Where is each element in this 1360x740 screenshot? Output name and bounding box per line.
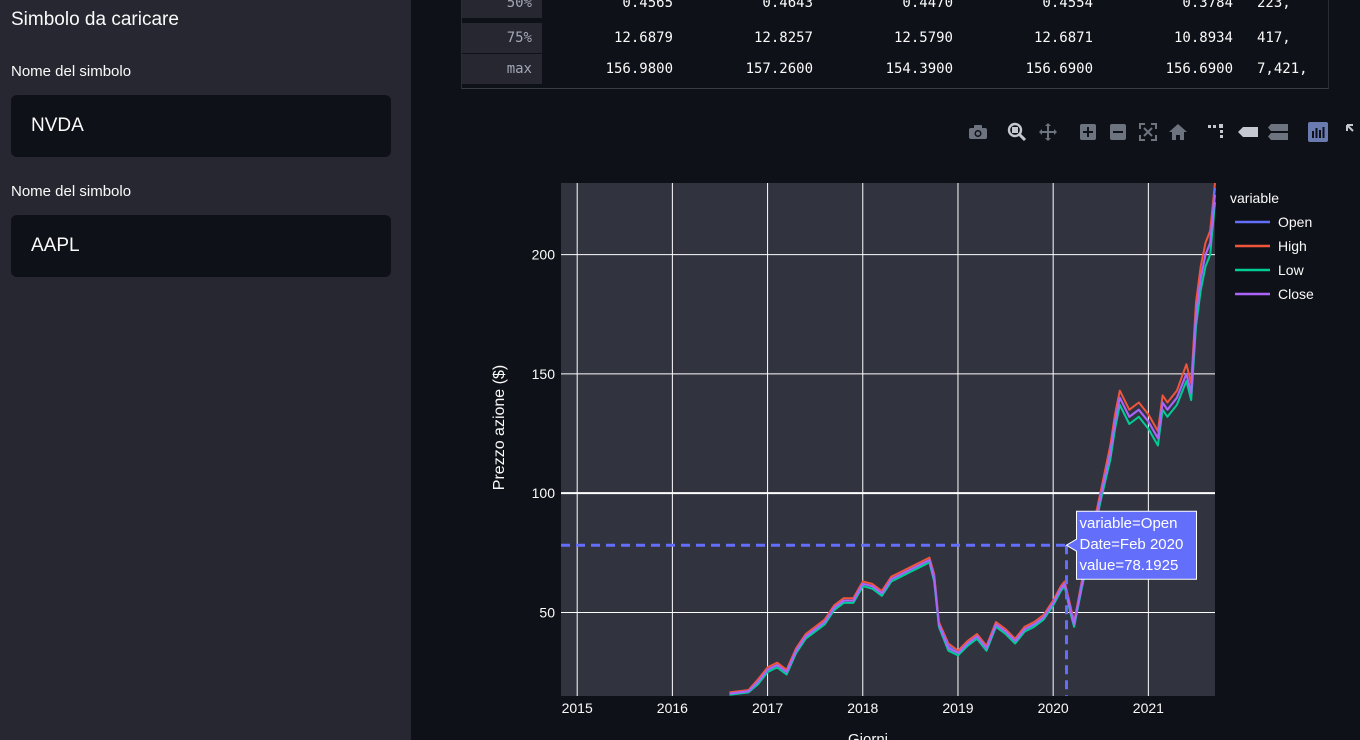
price-chart[interactable]: 2015 2016 2017 2018 2019 2020 2021 50 100 150 200 G…: [411, 150, 1360, 740]
x-axis-title: Giorni: [848, 731, 888, 740]
x-tick-label: 2020: [1038, 700, 1069, 716]
plotly-logo-icon[interactable]: [1306, 118, 1330, 146]
table-cell: 154.3900: [885, 61, 953, 77]
zoom-out-icon[interactable]: [1106, 118, 1130, 146]
x-tick-label: 2018: [847, 700, 878, 716]
table-cell: 223,: [1257, 0, 1291, 11]
symbol-input-2[interactable]: AAPL: [11, 215, 391, 277]
x-tick-label: 2019: [942, 700, 973, 716]
row-index: max: [462, 54, 542, 84]
legend-item: Open: [1278, 214, 1312, 230]
table-cell: 0.4470: [902, 0, 953, 11]
y-axis-title: Prezzo azione ($): [491, 365, 508, 490]
hover-label-text: Date=Feb 2020: [1079, 536, 1183, 553]
legend-item: High: [1278, 238, 1307, 254]
plot-modebar: [964, 118, 1360, 146]
table-cell: 156.9800: [605, 61, 673, 77]
table-cell: 7,421,: [1257, 61, 1308, 77]
y-tick-label: 200: [532, 247, 556, 263]
table-row: max 156.9800 157.2600 154.3900 156.6900 …: [462, 54, 1328, 84]
table-cell: 0.4554: [1042, 0, 1093, 11]
table-cell: 157.2600: [745, 61, 813, 77]
camera-icon[interactable]: [966, 118, 990, 146]
symbol-input-1[interactable]: NVDA: [11, 95, 391, 157]
hover-closest-icon[interactable]: [1236, 118, 1260, 146]
table-cell: 0.3784: [1182, 0, 1233, 11]
autoscale-icon[interactable]: [1136, 118, 1160, 146]
legend-item: Close: [1278, 286, 1314, 302]
plot-area: [561, 183, 1215, 696]
symbol-label-1: Nome del simbolo: [11, 63, 132, 80]
table-cell: 12.5790: [893, 30, 953, 46]
table-cell: 0.4565: [622, 0, 673, 11]
table-cell: 12.6879: [613, 30, 673, 46]
zoom-icon[interactable]: [1005, 118, 1029, 146]
table-cell: 12.8257: [753, 30, 813, 46]
table-row: 75% 12.6879 12.8257 12.5790 12.6871 10.8…: [462, 23, 1328, 53]
zoom-in-icon[interactable]: [1076, 118, 1100, 146]
sidebar-header: Simbolo da caricare: [11, 9, 179, 30]
y-tick-label: 100: [532, 485, 556, 501]
pan-icon[interactable]: [1036, 118, 1060, 146]
hover-label-text: variable=Open: [1079, 515, 1177, 532]
sidebar: Simbolo da caricare Nome del simbolo NVD…: [0, 0, 411, 740]
table-cell: 156.6900: [1025, 61, 1093, 77]
home-icon[interactable]: [1166, 118, 1190, 146]
table-cell: 417,: [1257, 30, 1291, 46]
stats-table: 50% 0.4565 0.4643 0.4470 0.4554 0.3784 2…: [461, 0, 1329, 89]
x-tick-label: 2015: [562, 700, 593, 716]
x-tick-label: 2016: [657, 700, 688, 716]
legend-title: variable: [1230, 190, 1279, 206]
table-cell: 156.6900: [1165, 61, 1233, 77]
row-index: 75%: [462, 23, 542, 53]
hover-label-text: value=78.1925: [1079, 557, 1178, 574]
table-cell: 12.6871: [1033, 30, 1093, 46]
hover-compare-icon[interactable]: [1266, 118, 1290, 146]
spike-lines-icon[interactable]: [1204, 118, 1228, 146]
x-tick-label: 2021: [1133, 700, 1164, 716]
table-row: 50% 0.4565 0.4643 0.4470 0.4554 0.3784 2…: [462, 0, 1328, 18]
row-index: 50%: [462, 0, 542, 18]
table-cell: 10.8934: [1173, 30, 1233, 46]
table-cell: 0.4643: [762, 0, 813, 11]
legend-item: Low: [1278, 262, 1305, 278]
x-tick-label: 2017: [752, 700, 783, 716]
y-tick-label: 50: [539, 604, 555, 620]
y-tick-label: 150: [532, 366, 556, 382]
symbol-label-2: Nome del simbolo: [11, 183, 132, 200]
expand-icon[interactable]: [1342, 118, 1360, 146]
